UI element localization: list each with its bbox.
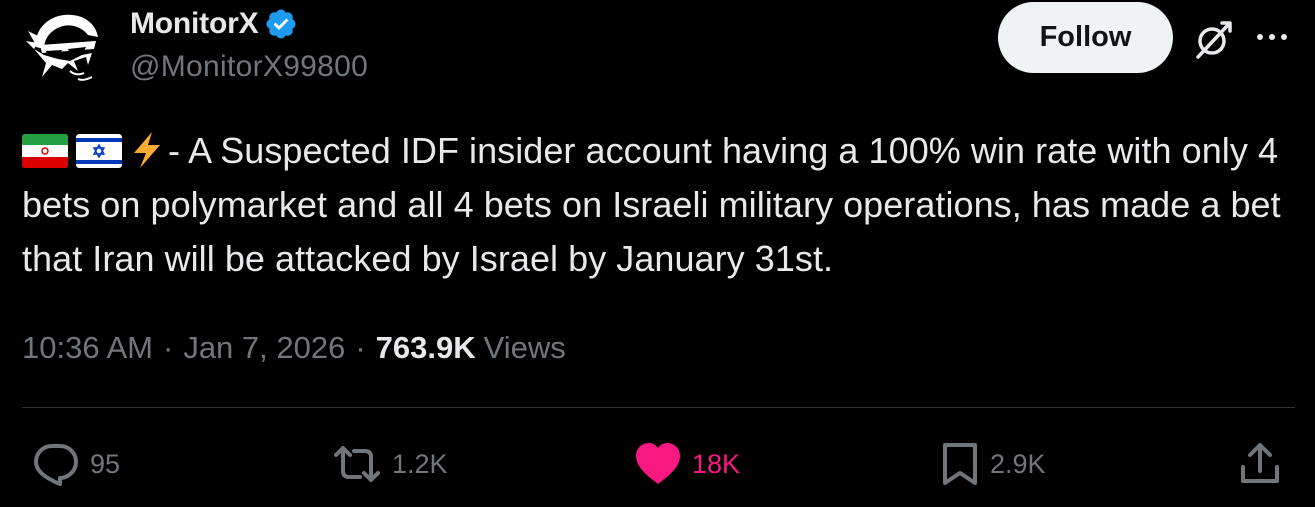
author-handle[interactable]: @MonitorX99800	[130, 50, 368, 84]
ninja-mask-avatar-icon	[26, 14, 98, 81]
tweet-time[interactable]: 10:36 AM	[22, 330, 153, 366]
reply-count: 95	[90, 448, 121, 479]
author-name-row[interactable]: MonitorX	[130, 4, 298, 44]
views-label: Views	[483, 330, 566, 365]
like-count: 18K	[692, 448, 741, 479]
meta-separator: ·	[162, 330, 174, 365]
meta-separator: ·	[355, 330, 366, 365]
tweet-text: - A Suspected IDF insider account having…	[22, 124, 1302, 286]
display-name[interactable]: MonitorX	[130, 7, 259, 41]
like-button[interactable]: 18K	[634, 438, 740, 490]
avatar[interactable]	[22, 5, 108, 91]
tweet-date[interactable]: Jan 7, 2026	[183, 330, 345, 366]
repost-icon	[334, 446, 380, 482]
views-count[interactable]: 763.9K	[376, 330, 476, 366]
more-horizontal-icon[interactable]	[1252, 22, 1292, 52]
tweet-meta: 10:36 AM · Jan 7, 2026 · 763.9K Views	[22, 326, 566, 370]
bookmark-count: 2.9K	[990, 448, 1046, 479]
reply-icon	[34, 444, 78, 486]
grok-icon[interactable]	[1192, 19, 1234, 61]
tweet-body-text: - A Suspected IDF insider account having…	[22, 130, 1281, 279]
repost-button[interactable]: 1.2K	[332, 438, 448, 490]
israel-flag-icon	[76, 134, 122, 168]
share-icon	[1241, 443, 1279, 483]
verified-badge-icon	[266, 9, 296, 39]
tweet-card: MonitorX @MonitorX99800 Follow - A Suspe…	[0, 0, 1315, 507]
bookmark-button[interactable]: 2.9K	[940, 438, 1046, 490]
reply-button[interactable]: 95	[32, 438, 120, 490]
follow-button[interactable]: Follow	[998, 2, 1173, 73]
share-button[interactable]	[1238, 438, 1282, 490]
lightning-bolt-icon	[130, 131, 164, 169]
heart-icon	[636, 443, 680, 484]
repost-count: 1.2K	[392, 448, 448, 479]
iran-flag-icon	[22, 134, 68, 168]
bookmark-icon	[943, 443, 977, 485]
divider	[22, 407, 1295, 408]
